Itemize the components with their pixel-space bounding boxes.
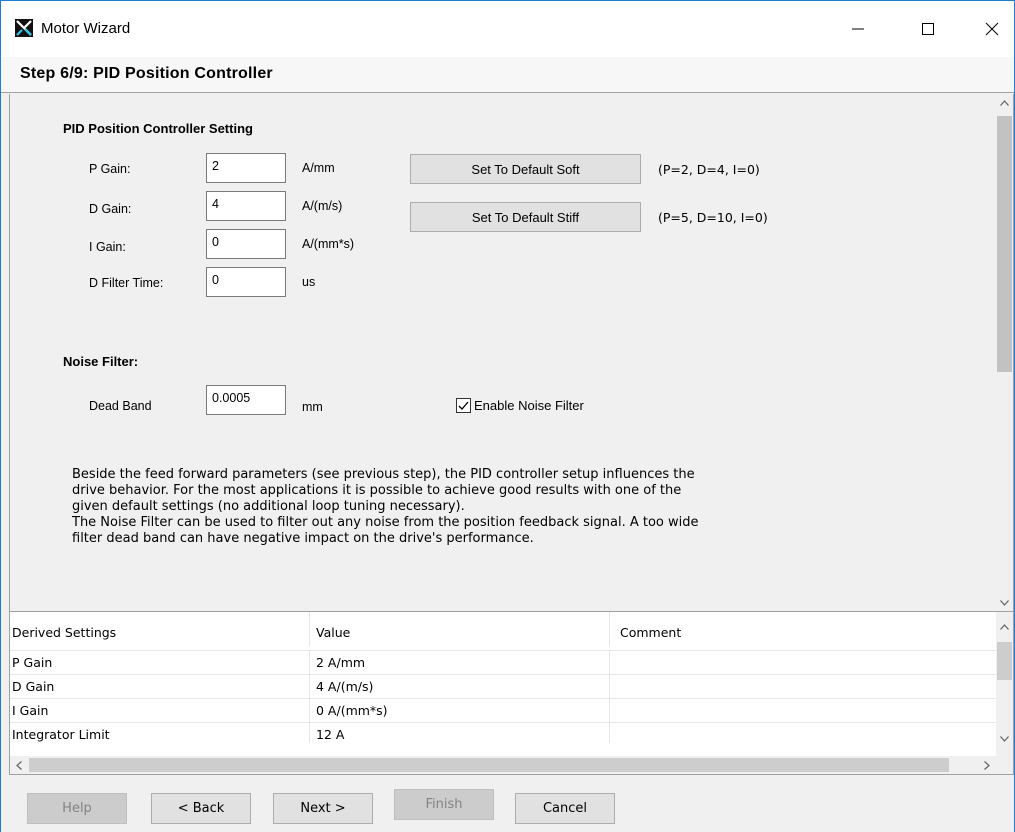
table-cell: 2 A/mm <box>310 651 610 675</box>
table-cell: P Gain <box>10 651 310 675</box>
table-row[interactable]: Integrator Limit 12 A <box>10 722 998 743</box>
table-scroll-up-icon[interactable] <box>996 618 1013 635</box>
app-logo-icon <box>15 19 33 37</box>
table-row[interactable]: D Gain 4 A/(m/s) <box>10 674 998 699</box>
table-cell: 4 A/(m/s) <box>310 675 610 699</box>
close-icon <box>985 22 999 36</box>
table-scroll-down-icon[interactable] <box>996 730 1013 747</box>
help-button[interactable]: Help <box>27 793 127 824</box>
table-vertical-scrollbar[interactable] <box>996 612 1013 756</box>
checkbox-checked-icon <box>456 398 471 413</box>
i-gain-unit: A/(mm*s) <box>302 237 355 251</box>
description-line: The Noise Filter can be used to filter o… <box>72 515 699 530</box>
table-horizontal-scrollbar[interactable] <box>10 756 1013 774</box>
dead-band-label: Dead Band <box>89 399 152 413</box>
table-hscroll-thumb[interactable] <box>29 758 949 772</box>
enable-noise-filter-checkbox[interactable]: Enable Noise Filter <box>456 398 584 413</box>
step-title: Step 6/9: PID Position Controller <box>20 65 273 82</box>
table-cell: D Gain <box>10 675 310 699</box>
d-filter-time-unit: us <box>302 275 316 289</box>
i-gain-input[interactable]: 0 <box>206 229 286 259</box>
back-button[interactable]: < Back <box>151 793 251 824</box>
maximize-button[interactable] <box>905 1 951 57</box>
d-filter-time-input[interactable]: 0 <box>206 267 286 297</box>
description-line: given default settings (no additional lo… <box>72 499 465 514</box>
scroll-thumb[interactable] <box>997 116 1012 372</box>
pid-section-heading: PID Position Controller Setting <box>63 121 253 136</box>
minimize-button[interactable] <box>835 1 881 57</box>
description-line: Beside the feed forward parameters (see … <box>72 467 695 482</box>
wizard-footer: Help < Back Next > Finish Cancel <box>1 775 1014 832</box>
d-gain-input[interactable]: 4 <box>206 191 286 221</box>
cancel-button[interactable]: Cancel <box>515 793 615 824</box>
dead-band-input[interactable]: 0.0005 <box>206 385 286 415</box>
table-cell: 12 A <box>310 723 610 743</box>
d-filter-time-label: D Filter Time: <box>89 276 164 290</box>
content-panel: PID Position Controller Setting P Gain: … <box>9 94 1014 611</box>
table-scroll-right-icon[interactable] <box>978 757 995 774</box>
noise-filter-heading: Noise Filter: <box>63 354 139 369</box>
finish-button[interactable]: Finish <box>394 789 494 820</box>
column-header[interactable]: Value <box>310 612 610 646</box>
p-gain-unit: A/mm <box>302 161 335 175</box>
title-bar: Motor Wizard <box>1 1 1014 57</box>
default-stiff-values: (P=5, D=10, I=0) <box>658 210 768 225</box>
table-cell: Integrator Limit <box>10 723 310 743</box>
d-gain-unit: A/(m/s) <box>302 199 343 213</box>
table-cell: I Gain <box>10 699 310 723</box>
table-cell <box>610 675 998 699</box>
enable-noise-filter-label: Enable Noise Filter <box>474 398 584 413</box>
i-gain-label: I Gain: <box>89 240 126 254</box>
derived-settings-table: Derived Settings Value Comment P Gain 2 … <box>9 611 1014 775</box>
maximize-icon <box>922 23 934 35</box>
window-title: Motor Wizard <box>41 20 131 37</box>
dead-band-unit: mm <box>302 400 323 414</box>
d-gain-label: D Gain: <box>89 202 132 216</box>
set-default-soft-button[interactable]: Set To Default Soft <box>410 154 641 184</box>
scroll-down-icon[interactable] <box>996 594 1013 611</box>
table-cell: 0 A/(mm*s) <box>310 699 610 723</box>
table-scroll-thumb[interactable] <box>997 642 1012 680</box>
description-line: filter dead band can have negative impac… <box>72 531 534 546</box>
table-header-row: Derived Settings Value Comment <box>10 612 998 646</box>
column-header[interactable]: Derived Settings <box>10 612 310 646</box>
default-soft-values: (P=2, D=4, I=0) <box>658 162 760 177</box>
description-text: Beside the feed forward parameters (see … <box>72 467 832 547</box>
next-button[interactable]: Next > <box>273 793 373 824</box>
p-gain-input[interactable]: 2 <box>206 153 286 183</box>
table-cell <box>610 699 998 723</box>
table-scroll-left-icon[interactable] <box>10 757 27 774</box>
table-cell <box>610 723 998 743</box>
table-row[interactable]: I Gain 0 A/(mm*s) <box>10 698 998 723</box>
table-row[interactable]: P Gain 2 A/mm <box>10 650 998 675</box>
description-line: drive behavior. For the most application… <box>72 483 682 498</box>
set-default-stiff-button[interactable]: Set To Default Stiff <box>410 202 641 232</box>
content-vertical-scrollbar[interactable] <box>996 94 1013 611</box>
p-gain-label: P Gain: <box>89 162 131 176</box>
motor-wizard-window: Motor Wizard Step 6/9: PID Position Cont… <box>0 0 1015 832</box>
scroll-up-icon[interactable] <box>996 94 1013 111</box>
step-header: Step 6/9: PID Position Controller <box>1 57 1014 93</box>
table-cell <box>610 651 998 675</box>
column-header[interactable]: Comment <box>610 612 998 646</box>
minimize-icon <box>852 28 864 30</box>
close-button[interactable] <box>969 1 1015 57</box>
